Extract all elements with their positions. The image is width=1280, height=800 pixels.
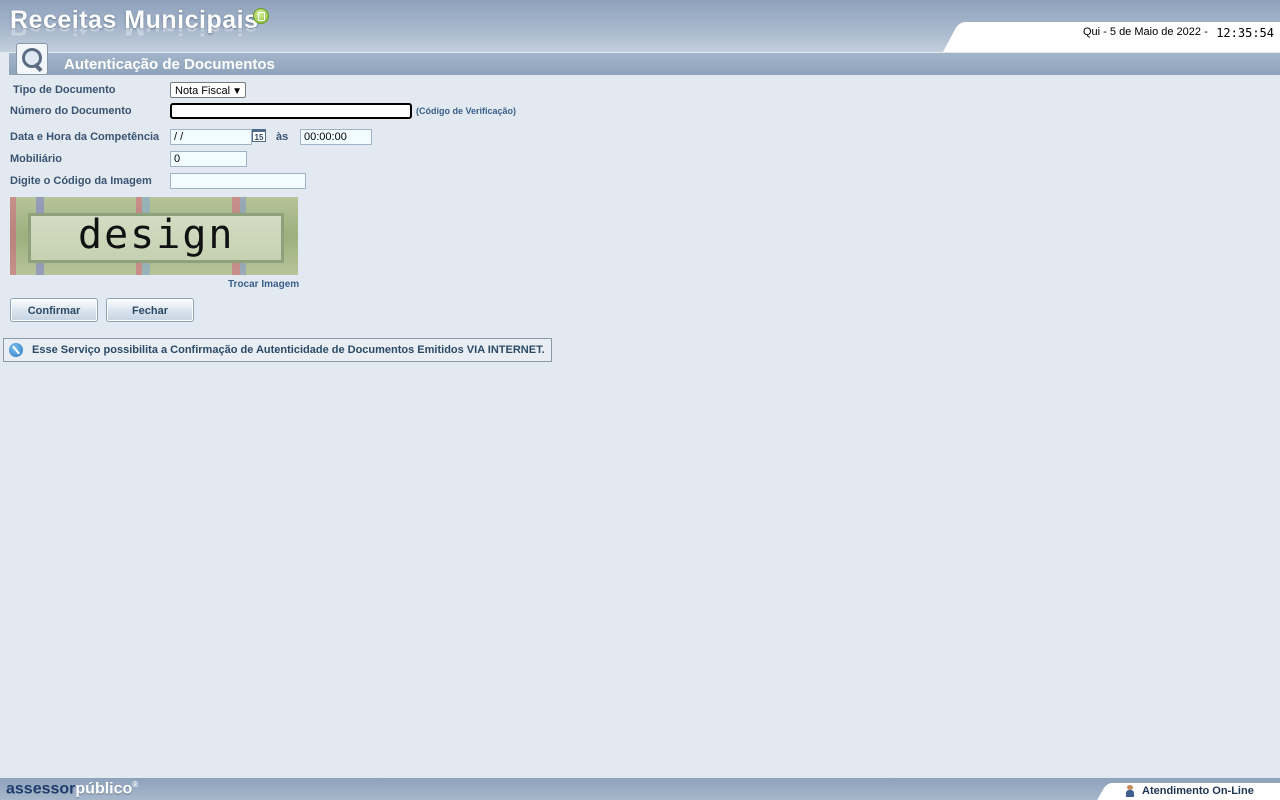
swap-image-link[interactable]: Trocar Imagem — [228, 279, 299, 290]
close-button[interactable]: Fechar — [106, 298, 194, 322]
competence-label: Data e Hora da Competência — [10, 131, 160, 143]
magnifier-icon — [16, 43, 48, 75]
confirm-button[interactable]: Confirmar — [10, 298, 98, 322]
current-time: 12:35:54 — [1216, 26, 1274, 40]
attendant-icon — [1126, 785, 1134, 797]
page-title: Autenticação de Documentos — [64, 56, 275, 73]
image-code-input[interactable] — [170, 173, 306, 189]
verification-code-link[interactable]: (Código de Verificação) — [416, 106, 516, 116]
footer-brand-part1: assessor — [6, 780, 76, 798]
registered-mark: ® — [132, 780, 139, 789]
logo-badge-icon — [253, 8, 269, 24]
info-message-box: Esse Serviço possibilita a Confirmação d… — [3, 338, 552, 362]
mobiliario-input[interactable]: 0 — [170, 151, 247, 167]
online-support-link[interactable]: Atendimento On-Line — [1142, 785, 1254, 797]
doc-number-input[interactable] — [170, 103, 412, 119]
competence-date-input[interactable]: / / — [170, 129, 252, 145]
as-label: às — [276, 131, 289, 143]
footer-brand-part2: público — [75, 780, 133, 798]
info-message: Esse Serviço possibilita a Confirmação d… — [32, 344, 545, 356]
doc-type-select[interactable]: Nota Fiscal ▼ — [170, 82, 246, 98]
doc-number-label: Número do Documento — [10, 105, 132, 117]
calendar-icon[interactable]: 15 — [252, 129, 266, 142]
current-date: Qui - 5 de Maio de 2022 - — [1083, 26, 1208, 38]
date-time-panel: Qui - 5 de Maio de 2022 - 12:35:54 — [965, 22, 1280, 52]
app-header: Receitas Municipais Receitas Municipais … — [0, 0, 1280, 52]
info-icon — [9, 343, 23, 357]
chevron-down-icon: ▼ — [232, 86, 242, 97]
captcha-image: design — [10, 197, 298, 275]
doc-type-label: Tipo de Documento — [13, 84, 116, 96]
online-support-panel[interactable]: Atendimento On-Line — [1112, 783, 1280, 800]
app-footer: assessorpúblico® Atendimento On-Line — [0, 778, 1280, 800]
captcha-word: design — [78, 212, 235, 258]
image-code-label: Digite o Código da Imagem — [10, 175, 152, 187]
footer-brand-logo: assessorpúblico® — [6, 780, 138, 798]
app-logo-reflection: Receitas Municipais — [10, 28, 258, 40]
competence-time-input[interactable]: 00:00:00 — [300, 129, 372, 145]
mobiliario-label: Mobiliário — [10, 153, 62, 165]
doc-type-selected-value: Nota Fiscal — [175, 85, 231, 97]
